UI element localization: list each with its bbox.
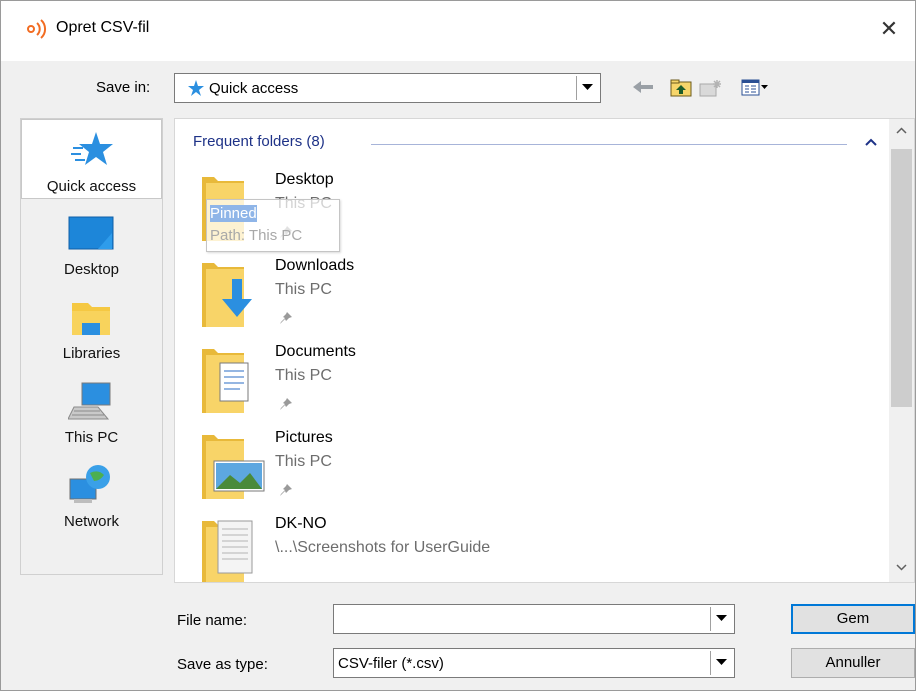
file-name-label: File name:	[177, 612, 248, 629]
place-label: Network	[63, 513, 119, 530]
save-in-dropdown-arrow[interactable]	[576, 76, 598, 100]
item-name: Downloads	[275, 257, 355, 274]
save-as-type-label: Save as type:	[177, 656, 268, 673]
save-as-type-dropdown[interactable]: CSV-filer (*.csv)	[333, 648, 735, 678]
pin-icon	[280, 312, 292, 324]
tooltip-highlight: Pinned	[210, 205, 257, 222]
scroll-down-icon[interactable]	[896, 564, 907, 571]
place-desktop[interactable]: Desktop	[21, 203, 162, 283]
place-network[interactable]: Network	[21, 455, 162, 535]
item-name: Pictures	[275, 429, 333, 446]
chevron-up-icon[interactable]	[865, 138, 877, 146]
network-icon	[69, 465, 110, 503]
save-in-dropdown[interactable]: Quick access	[174, 73, 601, 103]
file-name-input[interactable]	[333, 604, 735, 634]
group-header-frequent-folders[interactable]: Frequent folders (8)	[193, 133, 325, 150]
desktop-icon	[68, 216, 114, 250]
save-dialog: Opret CSV-fil ✕ Save in: Quick access Qu…	[0, 0, 916, 691]
tooltip-line-2: Path: This PC	[210, 227, 303, 244]
scroll-up-icon[interactable]	[896, 127, 907, 134]
up-folder-icon[interactable]	[670, 79, 692, 97]
chevron-down-icon	[716, 615, 727, 621]
cancel-button[interactable]: Annuller	[791, 648, 915, 678]
title-bar: Opret CSV-fil ✕	[1, 1, 915, 61]
group-divider	[371, 144, 847, 145]
save-in-value: Quick access	[209, 80, 299, 97]
save-as-type-dropdown-arrow[interactable]	[710, 651, 732, 675]
pictures-folder-icon	[202, 435, 265, 499]
places-bar: Quick access Desktop Libraries This PC N…	[20, 118, 163, 575]
item-name: Documents	[275, 343, 356, 360]
item-location: This PC	[275, 367, 332, 384]
place-label: Libraries	[62, 345, 121, 362]
item-location: This PC	[275, 281, 332, 298]
item-location: \...\Screenshots for UserGuide	[275, 539, 491, 556]
tooltip: Pinned Path: This PC	[206, 199, 340, 252]
place-label: Desktop	[63, 261, 120, 278]
pin-icon	[280, 398, 292, 410]
file-name-dropdown-arrow[interactable]	[710, 607, 732, 631]
quick-access-star-icon	[71, 132, 113, 165]
chevron-down-icon	[582, 84, 593, 90]
tooltip-line-1: Pinned	[210, 203, 339, 225]
documents-folder-icon	[202, 349, 249, 413]
view-menu-icon[interactable]	[741, 79, 769, 97]
file-list[interactable]: Frequent folders (8) Desktop This PC	[174, 118, 915, 583]
vertical-scrollbar[interactable]	[889, 119, 914, 582]
this-pc-icon	[68, 382, 111, 420]
list-item-documents[interactable]: Documents This PC	[195, 343, 835, 427]
list-item-downloads[interactable]: Downloads This PC	[195, 257, 835, 341]
save-in-label: Save in:	[96, 79, 151, 96]
window-title: Opret CSV-fil	[56, 19, 150, 36]
quick-access-star-icon	[188, 80, 204, 96]
save-button[interactable]: Gem	[791, 604, 915, 634]
pin-icon	[280, 484, 292, 496]
scrollbar-thumb[interactable]	[891, 149, 912, 407]
libraries-icon	[72, 303, 110, 335]
item-name: Desktop	[275, 171, 334, 188]
place-quick-access[interactable]: Quick access	[21, 119, 162, 199]
list-item-pictures[interactable]: Pictures This PC	[195, 429, 835, 513]
place-this-pc[interactable]: This PC	[21, 371, 162, 451]
downloads-folder-icon	[202, 263, 252, 327]
close-button[interactable]: ✕	[871, 11, 907, 47]
item-location: This PC	[275, 453, 332, 470]
app-signal-icon	[27, 19, 47, 39]
place-label: This PC	[64, 429, 119, 446]
place-libraries[interactable]: Libraries	[21, 287, 162, 367]
list-item-dk-no[interactable]: DK-NO \...\Screenshots for UserGuide	[195, 515, 835, 582]
chevron-down-icon	[716, 659, 727, 665]
back-arrow-icon[interactable]	[633, 79, 655, 95]
place-label: Quick access	[46, 178, 137, 195]
save-as-type-value: CSV-filer (*.csv)	[338, 655, 444, 672]
dk-no-folder-icon	[202, 520, 253, 582]
close-icon[interactable]: ✕	[880, 16, 898, 41]
new-folder-icon[interactable]	[699, 79, 723, 97]
item-name: DK-NO	[275, 515, 327, 532]
